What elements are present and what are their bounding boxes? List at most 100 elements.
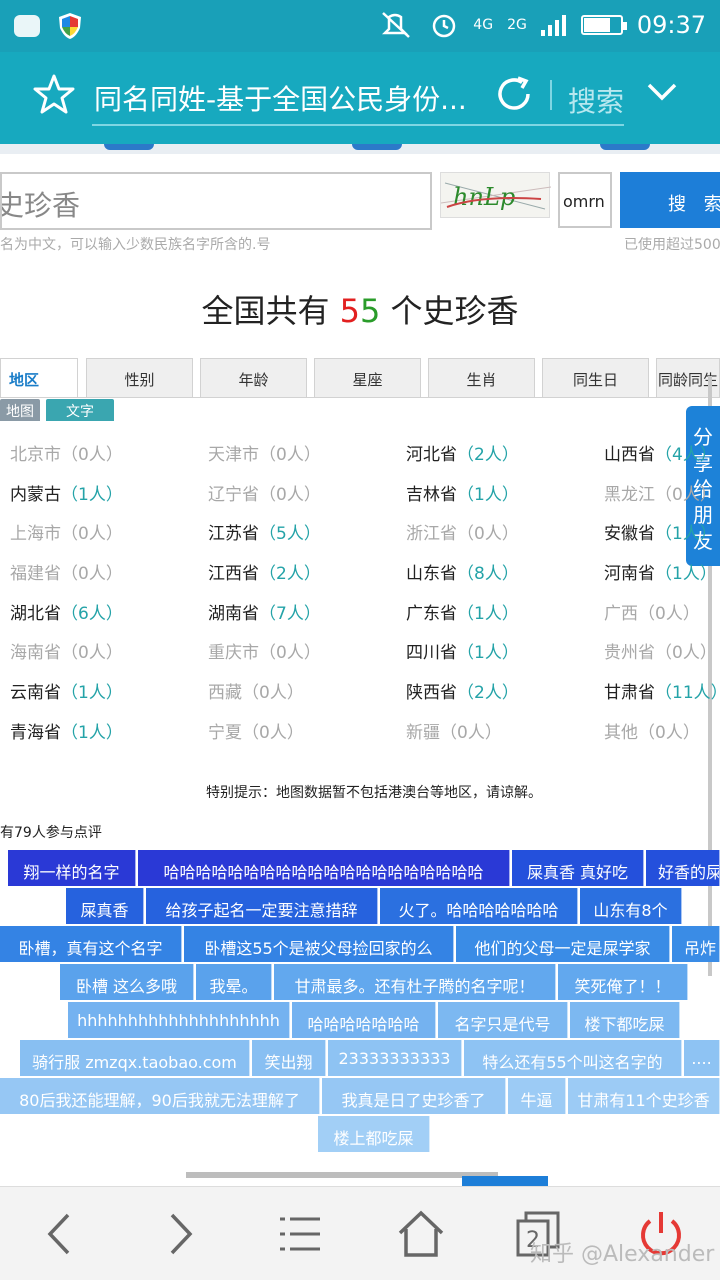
region-item[interactable]: 湖北省（6人） <box>10 599 123 624</box>
comment-tag[interactable]: 甘肃有11个史珍香 <box>568 1078 720 1114</box>
region-item[interactable]: 甘肃省（11人） <box>604 678 720 703</box>
region-name: 其他 <box>604 723 638 743</box>
comment-tag[interactable]: 屎真香 <box>66 888 144 924</box>
region-item[interactable]: 其他（0人） <box>604 718 700 743</box>
region-item[interactable]: 浙江省（0人） <box>406 519 519 544</box>
region-item[interactable]: 宁夏（0人） <box>208 718 304 743</box>
region-item[interactable]: 江西省（2人） <box>208 559 321 584</box>
comment-tag[interactable]: 名字只是代号 <box>438 1002 568 1038</box>
comment-tag[interactable]: 卧槽这55个是被父母捡回家的么 <box>184 926 454 962</box>
comment-tag[interactable]: 牛逼 <box>508 1078 566 1114</box>
menu-icon[interactable] <box>276 1209 326 1259</box>
region-item[interactable]: 河南省（1人） <box>604 559 717 584</box>
comment-tag[interactable]: 哈哈哈哈哈哈哈哈哈哈哈哈哈哈哈哈哈哈哈哈 <box>138 850 510 886</box>
region-name: 陕西省 <box>406 683 457 703</box>
region-item[interactable]: 重庆市（0人） <box>208 638 321 663</box>
region-item[interactable]: 黑龙江（0人） <box>604 480 717 505</box>
region-item[interactable]: 福建省（0人） <box>10 559 123 584</box>
comment-tag[interactable]: 甘肃最多。还有杜子腾的名字呢！ <box>274 964 556 1000</box>
region-item[interactable]: 内蒙古（1人） <box>10 480 123 505</box>
comment-tag[interactable]: 吊炸 <box>672 926 720 962</box>
bookmark-star-icon[interactable] <box>32 72 76 116</box>
partial-button <box>462 1176 548 1186</box>
region-count: （0人） <box>61 524 123 544</box>
home-icon[interactable] <box>396 1209 446 1259</box>
comment-tag[interactable]: 我真是日了史珍香了 <box>322 1078 506 1114</box>
region-count: （2人） <box>457 445 519 465</box>
comment-tag[interactable]: 80后我还能理解，90后我就无法理解了 <box>0 1078 320 1114</box>
region-item[interactable]: 湖南省（7人） <box>208 599 321 624</box>
horizontal-scrollbar[interactable] <box>186 1172 498 1178</box>
region-item[interactable]: 天津市（0人） <box>208 440 321 465</box>
comment-tag[interactable]: 我晕。 <box>196 964 272 1000</box>
comment-tag[interactable]: 笑死俺了！！ <box>558 964 688 1000</box>
region-item[interactable]: 河北省（2人） <box>406 440 519 465</box>
comment-tag[interactable]: hhhhhhhhhhhhhhhhhhhh <box>68 1002 290 1038</box>
comment-tag[interactable]: .... <box>684 1040 720 1076</box>
chevron-down-icon[interactable] <box>646 80 678 104</box>
region-item[interactable]: 山东省（8人） <box>406 559 519 584</box>
comment-tag[interactable]: 特么还有55个叫这名字的 <box>464 1040 682 1076</box>
region-item[interactable]: 四川省（1人） <box>406 638 519 663</box>
comment-tag[interactable]: 楼上都吃屎 <box>318 1116 430 1152</box>
region-item[interactable]: 江苏省（5人） <box>208 519 321 544</box>
comment-tag[interactable]: 火了。哈哈哈哈哈哈哈 <box>380 888 578 924</box>
comment-cloud: 翔一样的名字 哈哈哈哈哈哈哈哈哈哈哈哈哈哈哈哈哈哈哈哈 屎真香 真好吃 好香的屎… <box>0 850 720 1160</box>
region-item[interactable]: 广西（0人） <box>604 599 700 624</box>
comment-tag[interactable]: 他们的父母一定是屎学家 <box>456 926 670 962</box>
search-button[interactable]: 搜索 <box>568 80 624 120</box>
tab-age[interactable]: 年龄 <box>200 358 307 398</box>
region-item[interactable]: 陕西省（2人） <box>406 678 519 703</box>
watermark: 知乎 @Alexander <box>530 1242 715 1267</box>
captcha-input[interactable]: omrn <box>558 172 612 228</box>
address-underline <box>92 124 624 126</box>
tab-region[interactable]: 地区 <box>0 358 78 398</box>
subtab-text[interactable]: 文字 <box>46 399 114 421</box>
network-4g-label: 4G <box>473 17 494 33</box>
back-icon[interactable] <box>36 1209 86 1259</box>
subtab-map[interactable]: 地图 <box>0 399 40 421</box>
region-item[interactable]: 山西省（4人） <box>604 440 717 465</box>
comment-tag[interactable]: 给孩子起名一定要注意措辞 <box>146 888 378 924</box>
region-name: 浙江省 <box>406 524 457 544</box>
comment-tag[interactable]: 哈哈哈哈哈哈哈 <box>292 1002 436 1038</box>
region-item[interactable]: 贵州省（0人） <box>604 638 717 663</box>
region-item[interactable]: 海南省（0人） <box>10 638 123 663</box>
region-item[interactable]: 安徽省（1人） <box>604 519 717 544</box>
region-count: （0人） <box>638 604 700 624</box>
search-submit-button[interactable]: 搜 索 <box>620 172 720 228</box>
comment-tag[interactable]: 楼下都吃屎 <box>570 1002 680 1038</box>
comment-tag[interactable]: 好香的屎 <box>646 850 720 886</box>
comment-tag[interactable]: 屎真香 真好吃 <box>512 850 644 886</box>
comment-tag[interactable]: 骑行服 zmzqx.taobao.com <box>20 1040 250 1076</box>
page-title[interactable]: 同名同姓-基于全国公民身份... <box>94 78 467 118</box>
region-item[interactable]: 北京市（0人） <box>10 440 123 465</box>
comment-tag[interactable]: 山东有8个 <box>580 888 682 924</box>
comment-tag[interactable]: 翔一样的名字 <box>8 850 136 886</box>
refresh-icon[interactable] <box>492 72 536 116</box>
region-item[interactable]: 广东省（1人） <box>406 599 519 624</box>
region-item[interactable]: 青海省（1人） <box>10 718 123 743</box>
comment-tag[interactable]: 笑出翔 <box>252 1040 326 1076</box>
tab-gender[interactable]: 性别 <box>86 358 193 398</box>
region-item[interactable]: 吉林省（1人） <box>406 480 519 505</box>
captcha-image[interactable]: hnLp <box>440 172 552 218</box>
region-item[interactable]: 西藏（0人） <box>208 678 304 703</box>
tab-zodiac[interactable]: 星座 <box>314 358 421 398</box>
region-name: 北京市 <box>10 445 61 465</box>
tab-same-birthday[interactable]: 同生日 <box>542 358 649 398</box>
forward-icon[interactable] <box>156 1209 206 1259</box>
comment-tag[interactable]: 23333333333 <box>328 1040 462 1076</box>
header-decoration <box>0 144 720 154</box>
name-search-input[interactable]: 史珍香 <box>0 172 432 230</box>
comment-tag[interactable]: 卧槽，真有这个名字 <box>0 926 182 962</box>
region-item[interactable]: 辽宁省（0人） <box>208 480 321 505</box>
region-count: （1人） <box>61 683 123 703</box>
comment-tag[interactable]: 卧槽 这么多哦 <box>60 964 194 1000</box>
tab-chinese-zodiac[interactable]: 生肖 <box>428 358 535 398</box>
region-item[interactable]: 上海市（0人） <box>10 519 123 544</box>
region-item[interactable]: 云南省（1人） <box>10 678 123 703</box>
alarm-icon <box>433 14 456 38</box>
region-item[interactable]: 新疆（0人） <box>406 718 502 743</box>
region-name: 西藏 <box>208 683 242 703</box>
